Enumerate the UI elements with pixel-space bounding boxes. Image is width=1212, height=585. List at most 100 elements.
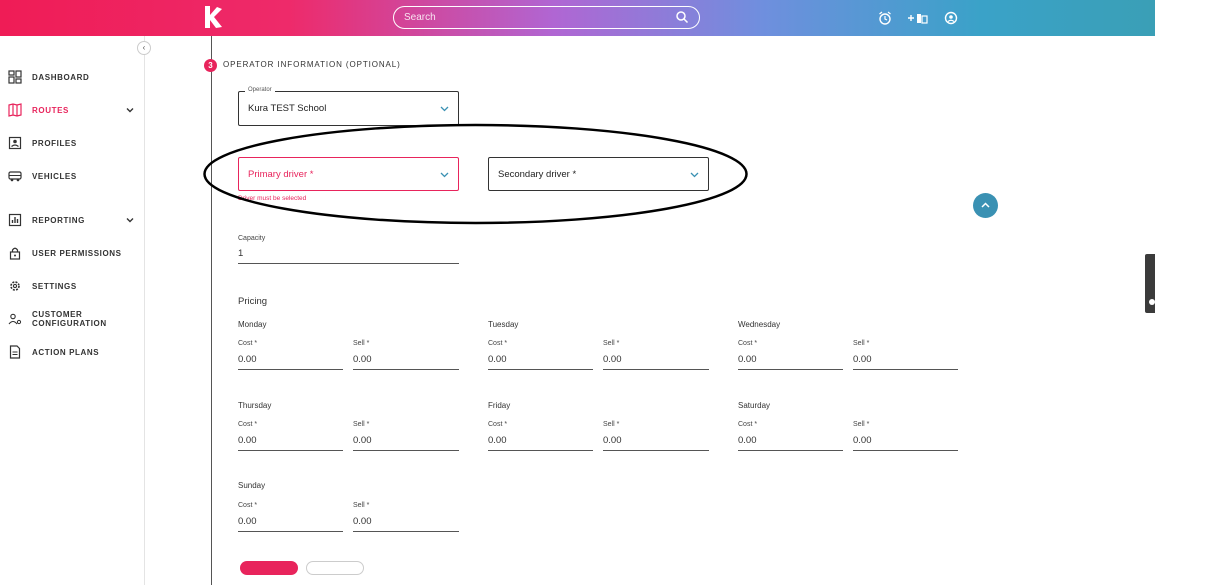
- sunday-sell-input[interactable]: 0.00: [353, 511, 459, 532]
- sell-value: 0.00: [353, 516, 372, 527]
- tuesday-sell-input[interactable]: 0.00: [603, 349, 709, 370]
- day-label-thursday: Thursday: [238, 401, 272, 410]
- sidebar-item-label: VEHICLES: [32, 171, 77, 181]
- monday-cost-input[interactable]: 0.00: [238, 349, 343, 370]
- sell-label: Sell *: [853, 340, 870, 347]
- cost-value: 0.00: [738, 435, 757, 446]
- cost-label: Cost *: [238, 340, 258, 347]
- routes-icon: [8, 103, 22, 117]
- saturday-sell-input[interactable]: 0.00: [853, 430, 958, 451]
- day-label-monday: Monday: [238, 320, 267, 329]
- operator-value: Kura TEST School: [248, 103, 327, 114]
- sell-label: Sell *: [603, 340, 620, 347]
- cost-value: 0.00: [238, 354, 257, 365]
- gear-icon: [10, 281, 20, 291]
- search-bar[interactable]: [393, 6, 700, 29]
- thursday-cost-input[interactable]: 0.00: [238, 430, 343, 451]
- day-label-friday: Friday: [488, 401, 511, 410]
- sidebar-item-label-line2: CONFIGURATION: [32, 319, 107, 328]
- sidebar-item-user-permissions[interactable]: USER PERMISSIONS: [0, 243, 145, 263]
- sidebar-item-vehicles[interactable]: VEHICLES: [0, 166, 145, 186]
- save-button[interactable]: [240, 561, 298, 575]
- sidebar-item-label: DASHBOARD: [32, 72, 90, 82]
- sidebar-item-label: ROUTES: [32, 105, 69, 115]
- day-label-sunday: Sunday: [238, 481, 266, 490]
- cost-label: Cost *: [238, 421, 258, 428]
- logo-k-icon[interactable]: [202, 4, 224, 30]
- customer-config-icon: [8, 313, 22, 325]
- saturday-cost-input[interactable]: 0.00: [738, 430, 843, 451]
- dashboard-icon: [8, 70, 22, 84]
- sell-label: Sell *: [353, 421, 370, 428]
- sell-value: 0.00: [853, 435, 872, 446]
- lock-icon: [9, 247, 21, 260]
- alarm-clock-icon[interactable]: [878, 10, 892, 26]
- sidebar-item-dashboard[interactable]: DASHBOARD: [0, 67, 145, 87]
- cost-label: Cost *: [238, 502, 258, 509]
- reporting-icon: [8, 213, 22, 227]
- cost-label: Cost *: [488, 340, 508, 347]
- chevron-down-icon[interactable]: [125, 215, 135, 225]
- wednesday-cost-input[interactable]: 0.00: [738, 349, 843, 370]
- sidebar-item-routes[interactable]: ROUTES: [0, 100, 145, 120]
- scroll-to-top-button[interactable]: [973, 193, 998, 218]
- sell-value: 0.00: [853, 354, 872, 365]
- sunday-cost-input[interactable]: 0.00: [238, 511, 343, 532]
- document-icon: [9, 345, 21, 359]
- feedback-tab[interactable]: [1145, 254, 1155, 313]
- sidebar-item-label: CUSTOMER CONFIGURATION: [32, 310, 107, 328]
- add-school-icon[interactable]: [907, 10, 929, 26]
- sell-label: Sell *: [353, 340, 370, 347]
- top-bar: [0, 0, 1155, 36]
- cost-label: Cost *: [738, 421, 758, 428]
- monday-sell-input[interactable]: 0.00: [353, 349, 459, 370]
- sidebar-collapse-button[interactable]: ‹: [137, 41, 151, 55]
- cost-value: 0.00: [488, 354, 507, 365]
- chevron-down-icon: [440, 106, 449, 112]
- friday-cost-input[interactable]: 0.00: [488, 430, 593, 451]
- section-title: OPERATOR INFORMATION (OPTIONAL): [223, 60, 401, 69]
- sidebar-item-profiles[interactable]: PROFILES: [0, 133, 145, 153]
- day-label-tuesday: Tuesday: [488, 320, 519, 329]
- annotation-ellipse: [203, 123, 748, 225]
- capacity-value: 1: [238, 248, 244, 259]
- operator-label: Operator: [245, 87, 275, 93]
- capacity-label: Capacity: [238, 235, 266, 242]
- sidebar-item-label: USER PERMISSIONS: [32, 248, 122, 258]
- app-screen: ‹ DASHBOARD ROUTES PROFILES: [0, 0, 1212, 585]
- sell-value: 0.00: [353, 435, 372, 446]
- chevron-up-icon: [981, 202, 990, 208]
- search-input[interactable]: [404, 10, 664, 25]
- sidebar-item-label: REPORTING: [32, 215, 85, 225]
- capacity-input[interactable]: 1: [238, 243, 459, 264]
- tuesday-cost-input[interactable]: 0.00: [488, 349, 593, 370]
- friday-sell-input[interactable]: 0.00: [603, 430, 709, 451]
- stepper-line: [211, 36, 212, 585]
- sell-value: 0.00: [603, 354, 622, 365]
- account-icon[interactable]: [944, 10, 958, 26]
- cost-label: Cost *: [488, 421, 508, 428]
- cancel-button[interactable]: [306, 561, 364, 575]
- sidebar-item-label: PROFILES: [32, 138, 77, 148]
- sidebar-item-settings[interactable]: SETTINGS: [0, 276, 145, 296]
- sidebar-item-label: SETTINGS: [32, 281, 77, 291]
- sidebar-item-customer-configuration[interactable]: CUSTOMER CONFIGURATION: [0, 309, 145, 329]
- sidebar-item-action-plans[interactable]: ACTION PLANS: [0, 342, 145, 362]
- thursday-sell-input[interactable]: 0.00: [353, 430, 459, 451]
- cost-label: Cost *: [738, 340, 758, 347]
- pricing-title: Pricing: [238, 296, 268, 307]
- wednesday-sell-input[interactable]: 0.00: [853, 349, 958, 370]
- cost-value: 0.00: [238, 435, 257, 446]
- feedback-icon: [1149, 299, 1155, 305]
- day-label-wednesday: Wednesday: [738, 320, 781, 329]
- sidebar-item-reporting[interactable]: REPORTING: [0, 210, 145, 230]
- chevron-down-icon[interactable]: [125, 105, 135, 115]
- step-number-badge: 3: [204, 59, 217, 72]
- sell-value: 0.00: [603, 435, 622, 446]
- cost-value: 0.00: [238, 516, 257, 527]
- sidebar-item-label-line1: CUSTOMER: [32, 310, 83, 319]
- search-icon[interactable]: [675, 10, 689, 24]
- cost-value: 0.00: [738, 354, 757, 365]
- sell-value: 0.00: [353, 354, 372, 365]
- sidebar-item-label: ACTION PLANS: [32, 347, 100, 357]
